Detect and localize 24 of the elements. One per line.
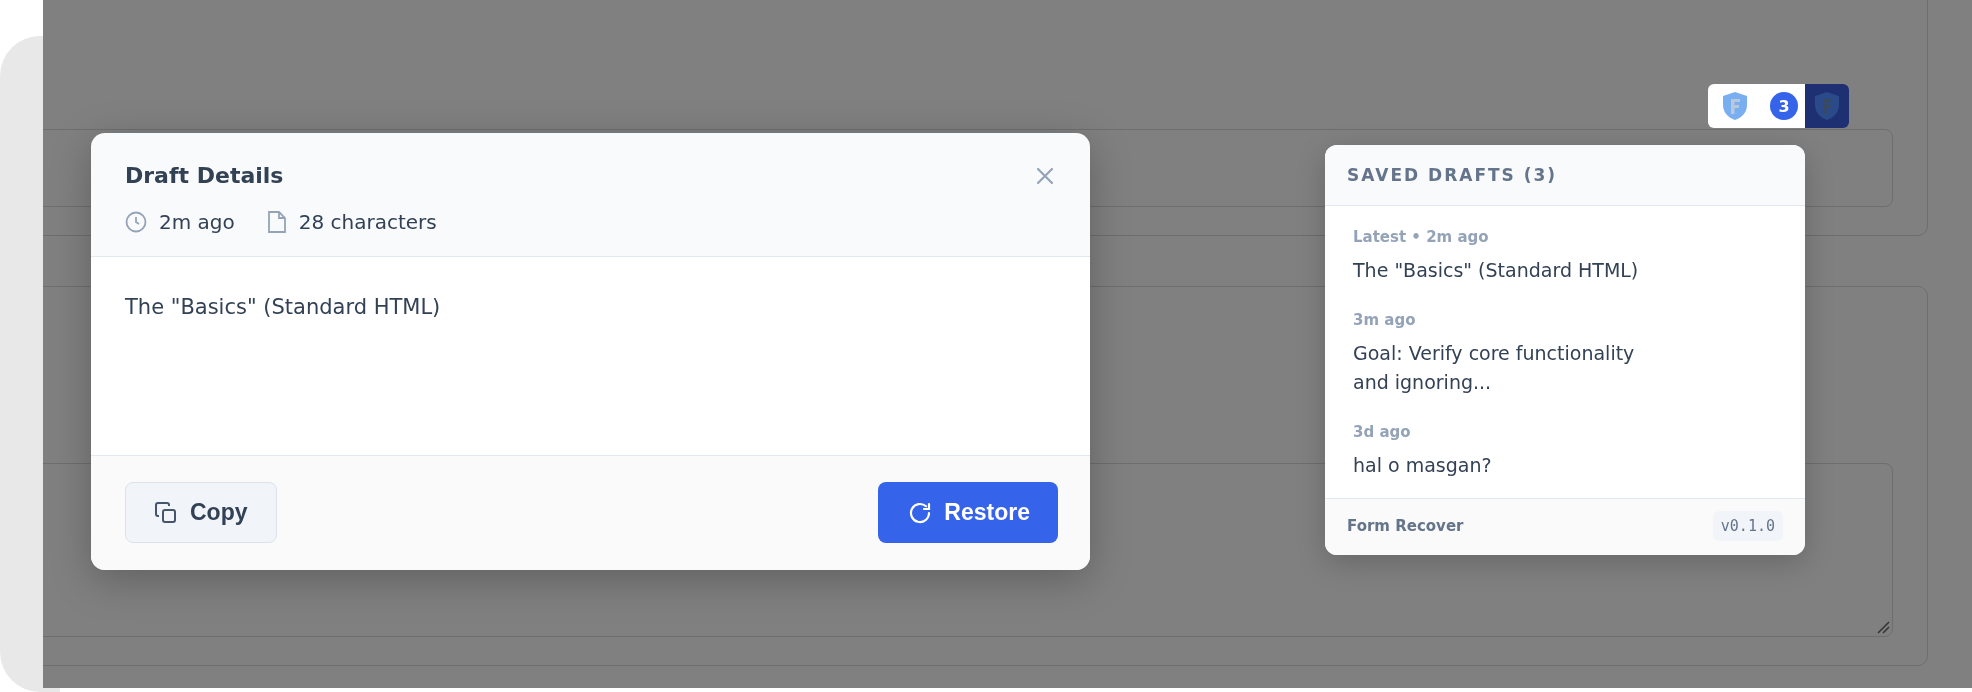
draft-time: Latest • 2m ago: [1353, 228, 1490, 246]
draft-preview[interactable]: Goal: Verify core functionality and ignoring...: [1353, 339, 1653, 397]
clock-icon: [125, 211, 147, 233]
panel-title: SAVED DRAFTS (3): [1325, 145, 1805, 206]
version-tag: v0.1.0: [1712, 511, 1783, 541]
draft-time: 3m ago: [1353, 311, 1417, 329]
extension-launcher[interactable]: 3: [1708, 84, 1805, 128]
count-badge: 3: [1770, 92, 1798, 120]
shield-logo-icon: [1722, 91, 1748, 121]
dialog-title: Draft Details: [125, 163, 284, 188]
refresh-icon: [908, 500, 933, 525]
draft-time: 3d ago: [1353, 423, 1412, 441]
character-count: 28 characters: [298, 210, 437, 234]
draft-age: 2m ago: [159, 210, 235, 234]
restore-button[interactable]: Restore: [878, 482, 1058, 543]
draft-content: The "Basics" (Standard HTML): [125, 295, 441, 319]
extension-name: Form Recover: [1347, 517, 1464, 535]
draft-preview[interactable]: hal o masgan?: [1353, 451, 1653, 480]
shield-logo-icon: [1814, 91, 1840, 121]
resize-handle-icon[interactable]: [1876, 620, 1890, 634]
copy-icon: [154, 500, 178, 525]
document-icon: [266, 210, 287, 234]
copy-button[interactable]: Copy: [125, 482, 277, 543]
draft-preview[interactable]: The "Basics" (Standard HTML): [1353, 256, 1653, 285]
